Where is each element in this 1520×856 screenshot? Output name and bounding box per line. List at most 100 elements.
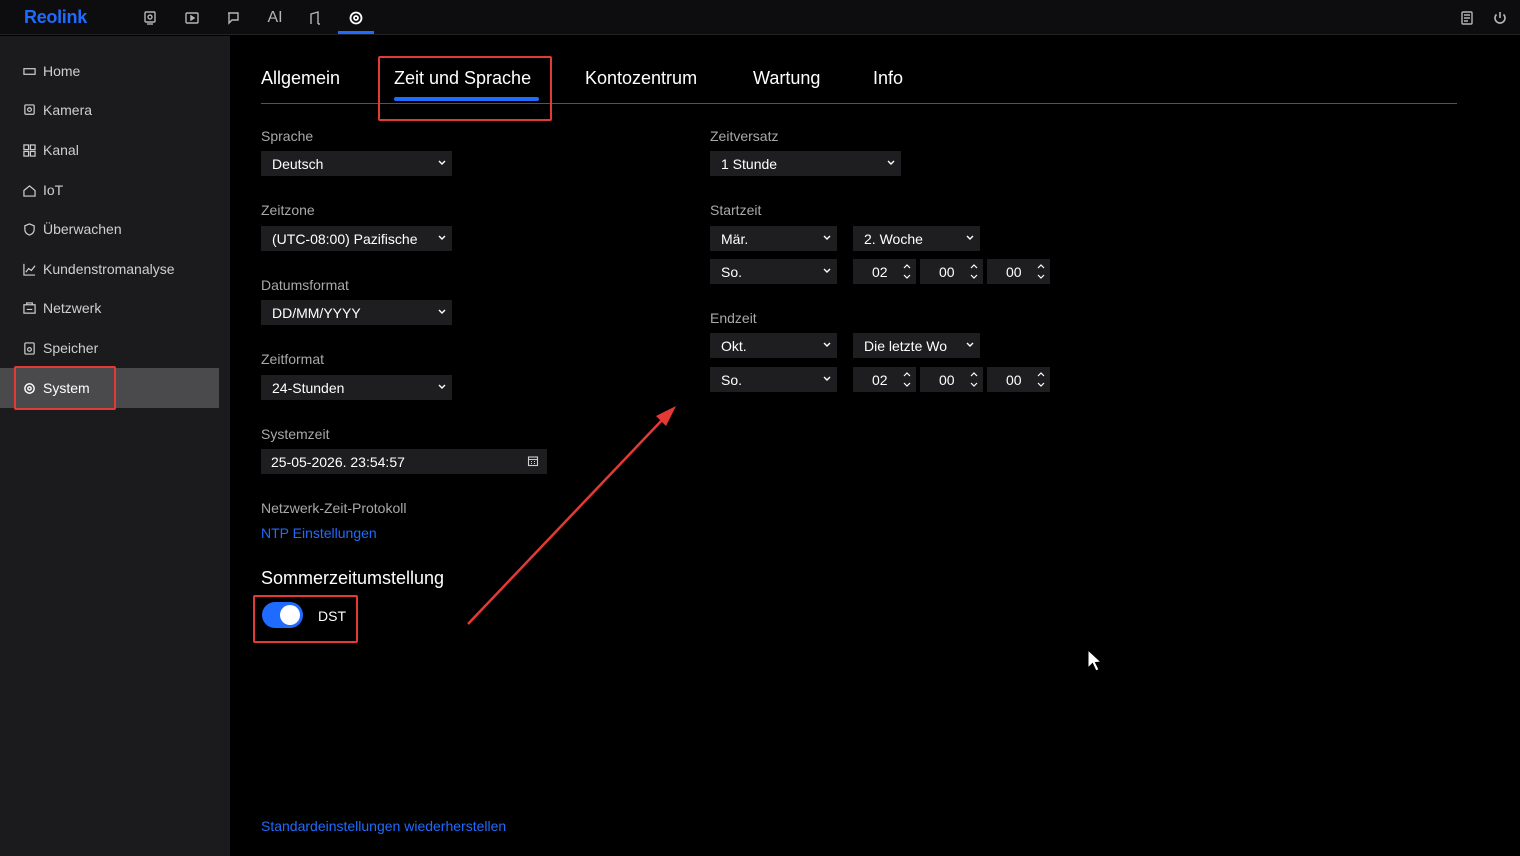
sidebar-item-iot[interactable]: IoT <box>0 170 219 210</box>
network-icon <box>22 301 36 315</box>
datumsformat-value: DD/MM/YYYY <box>272 304 361 321</box>
zeitzone-label: Zeitzone <box>261 202 315 218</box>
chevron-down-icon <box>966 235 974 240</box>
active-tab-underline <box>394 97 539 101</box>
camera-icon <box>22 103 36 117</box>
sidebar-item-kundenstromanalyse[interactable]: Kundenstromanalyse <box>0 249 219 289</box>
start-second-stepper[interactable]: 00 <box>987 259 1050 284</box>
start-minute-stepper[interactable]: 00 <box>920 259 983 284</box>
sidebar-item-label: IoT <box>43 182 64 198</box>
active-nav-underline <box>338 31 374 34</box>
start-month-select[interactable]: Mär. <box>710 226 837 251</box>
tab-zeit-und-sprache[interactable]: Zeit und Sprache <box>394 68 531 89</box>
mouse-cursor-icon <box>1087 648 1103 672</box>
top-bar: Reolink AI <box>0 0 1520 35</box>
start-hour-stepper[interactable]: 02 <box>853 259 916 284</box>
zeitzone-value: (UTC-08:00) Pazifische <box>272 230 418 247</box>
chevron-down-icon <box>823 235 831 240</box>
chevron-down-icon <box>438 160 446 165</box>
message-icon[interactable] <box>223 8 243 28</box>
power-icon[interactable] <box>1490 8 1510 28</box>
calendar-icon[interactable] <box>527 455 539 467</box>
start-week-select[interactable]: 2. Woche <box>853 226 980 251</box>
end-hour-stepper[interactable]: 02 <box>853 367 916 392</box>
zeitzone-select[interactable]: (UTC-08:00) Pazifische <box>261 226 452 251</box>
stepper-arrows-icon[interactable] <box>902 262 912 281</box>
sprache-label: Sprache <box>261 128 314 144</box>
end-minute-value: 00 <box>939 371 955 388</box>
end-second-stepper[interactable]: 00 <box>987 367 1050 392</box>
sprache-value: Deutsch <box>272 155 324 172</box>
sidebar-item-label: Kanal <box>43 142 79 158</box>
start-day-select[interactable]: So. <box>710 259 837 284</box>
stepper-arrows-icon[interactable] <box>1036 370 1046 389</box>
playback-icon[interactable] <box>182 8 202 28</box>
house-icon <box>22 183 36 197</box>
end-month-select[interactable]: Okt. <box>710 333 837 358</box>
sidebar: Home Kamera Kanal IoT Überwachen Kundens… <box>0 36 230 856</box>
restore-defaults-link[interactable]: Standardeinstellungen wiederherstellen <box>261 818 506 834</box>
camera-icon[interactable] <box>140 8 160 28</box>
end-week-value: Die letzte Wo <box>864 337 947 354</box>
start-day-value: So. <box>721 263 743 280</box>
end-minute-stepper[interactable]: 00 <box>920 367 983 392</box>
chart-icon <box>22 262 36 276</box>
sprache-select[interactable]: Deutsch <box>261 151 452 176</box>
end-month-value: Okt. <box>721 337 747 354</box>
chevron-down-icon <box>966 342 974 347</box>
tab-kontozentrum[interactable]: Kontozentrum <box>585 68 697 89</box>
start-hour-value: 02 <box>872 263 888 280</box>
start-second-value: 00 <box>1006 263 1022 280</box>
zeitformat-label: Zeitformat <box>261 351 325 367</box>
sidebar-item-kamera[interactable]: Kamera <box>0 90 219 130</box>
systemzeit-label: Systemzeit <box>261 426 330 442</box>
sidebar-item-speicher[interactable]: Speicher <box>0 328 219 368</box>
sidebar-item-netzwerk[interactable]: Netzwerk <box>0 288 219 328</box>
endzeit-label: Endzeit <box>710 310 757 326</box>
ai-icon[interactable]: AI <box>264 8 286 28</box>
start-minute-value: 00 <box>939 263 955 280</box>
sidebar-item-kanal[interactable]: Kanal <box>0 130 219 170</box>
end-second-value: 00 <box>1006 371 1022 388</box>
notes-icon[interactable] <box>1457 8 1477 28</box>
sidebar-item-label: Überwachen <box>43 221 122 237</box>
datumsformat-select[interactable]: DD/MM/YYYY <box>261 300 452 325</box>
systemzeit-field[interactable]: 25-05-2026. 23:54:57 <box>261 449 547 474</box>
zeitversatz-select[interactable]: 1 Stunde <box>710 151 901 176</box>
device-icon[interactable] <box>305 8 325 28</box>
start-week-value: 2. Woche <box>864 230 923 247</box>
end-day-value: So. <box>721 371 743 388</box>
sidebar-item-label: System <box>43 380 90 396</box>
chevron-down-icon <box>823 342 831 347</box>
zeitversatz-value: 1 Stunde <box>721 155 778 172</box>
startzeit-label: Startzeit <box>710 202 762 218</box>
datumsformat-label: Datumsformat <box>261 277 349 293</box>
annotation-arrow-head <box>656 406 676 426</box>
systemzeit-value: 25-05-2026. 23:54:57 <box>271 453 405 470</box>
ntp-label: Netzwerk-Zeit-Protokoll <box>261 500 407 516</box>
end-day-select[interactable]: So. <box>710 367 837 392</box>
stepper-arrows-icon[interactable] <box>969 370 979 389</box>
reolink-logo[interactable]: Reolink <box>24 7 87 28</box>
sidebar-item-system[interactable]: System <box>0 368 219 408</box>
tab-allgemein[interactable]: Allgemein <box>261 68 340 89</box>
grid-icon <box>22 143 36 157</box>
settings-icon[interactable] <box>346 8 366 28</box>
stepper-arrows-icon[interactable] <box>1036 262 1046 281</box>
ntp-settings-link[interactable]: NTP Einstellungen <box>261 525 377 541</box>
tab-info[interactable]: Info <box>873 68 903 89</box>
zeitformat-select[interactable]: 24-Stunden <box>261 375 452 400</box>
zeitversatz-label: Zeitversatz <box>710 128 779 144</box>
stepper-arrows-icon[interactable] <box>902 370 912 389</box>
end-week-select[interactable]: Die letzte Wo <box>853 333 980 358</box>
sidebar-item-label: Kundenstromanalyse <box>43 261 175 277</box>
stepper-arrows-icon[interactable] <box>969 262 979 281</box>
chevron-down-icon <box>438 309 446 314</box>
start-month-value: Mär. <box>721 230 749 247</box>
sidebar-item-home[interactable]: Home <box>0 51 219 91</box>
sidebar-item-label: Speicher <box>43 340 99 356</box>
sidebar-item-ueberwachen[interactable]: Überwachen <box>0 209 219 249</box>
chevron-down-icon <box>823 376 831 381</box>
dst-toggle[interactable] <box>262 602 303 628</box>
tab-wartung[interactable]: Wartung <box>753 68 820 89</box>
